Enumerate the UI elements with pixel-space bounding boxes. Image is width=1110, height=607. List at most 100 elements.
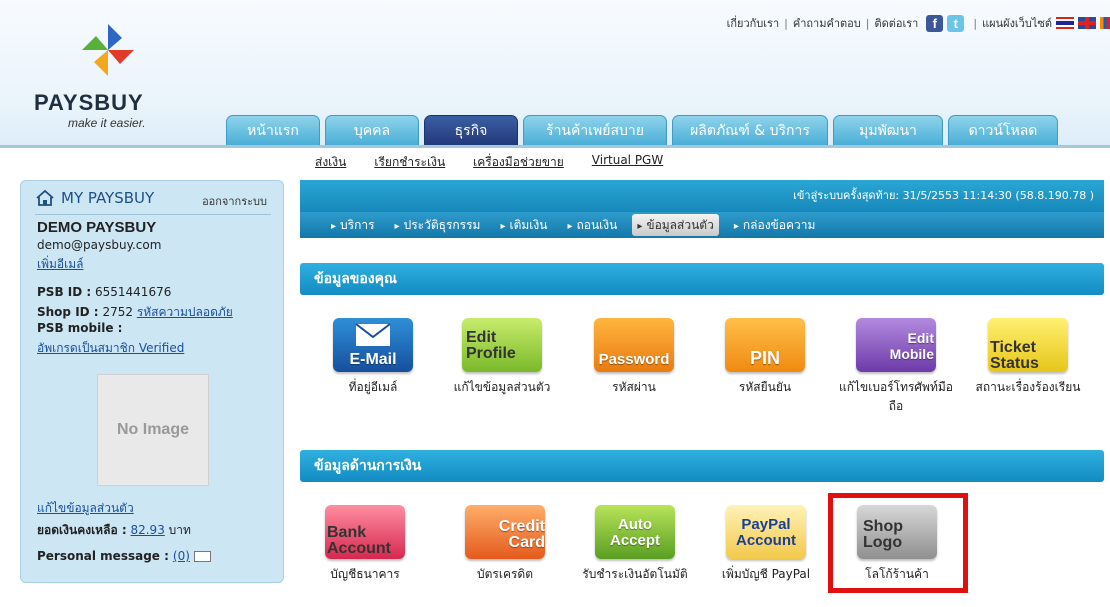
credit-card-tile-text: Credit Card — [498, 518, 545, 551]
auto-accept-label: รับชำระเงินอัตโนมัติ — [582, 567, 688, 581]
password-tile-text: Password — [598, 351, 670, 368]
password-icon: Password — [594, 318, 674, 372]
currency-label: บาท — [168, 523, 191, 537]
edit-profile-icon: Edit Profile — [462, 318, 542, 372]
tab-business[interactable]: ธุรกิจ — [424, 115, 518, 145]
uk-flag-icon[interactable] — [1078, 17, 1096, 29]
edit-profile-label: แก้ไขข้อมูลส่วนตัว — [453, 380, 551, 394]
tab-developer[interactable]: มุมพัฒนา — [833, 115, 943, 145]
tab-withdraw[interactable]: ถอนเงิน — [562, 214, 622, 236]
security-code-link[interactable]: รหัสความปลอดภัย — [137, 305, 233, 319]
auto-accept-icon: Auto Accept — [595, 505, 675, 559]
auto-accept-item[interactable]: Auto Accept รับชำระเงินอัตโนมัติ — [576, 505, 694, 584]
envelope-icon[interactable] — [193, 550, 211, 562]
facebook-icon[interactable]: f — [926, 14, 944, 32]
sub-nav: ส่งเงิน เรียกชำระเงิน เครื่องมือช่วยขาย … — [315, 153, 691, 172]
home-icon — [36, 189, 54, 206]
separator: | — [973, 16, 978, 30]
upgrade-verified-link[interactable]: อัพเกรดเป็นสมาชิก Verified — [37, 339, 184, 358]
shop-id-value: 2752 — [102, 305, 133, 319]
tab-download[interactable]: ดาวน์โหลด — [948, 115, 1058, 145]
shop-id-label: Shop ID : — [37, 305, 99, 319]
credit-card-icon: Credit Card — [465, 505, 545, 559]
ticket-status-item[interactable]: Ticket Status สถานะเรื่องร้องเรียน — [969, 318, 1087, 397]
paysbuy-logo[interactable]: PAYSBUY make it easier. — [34, 20, 184, 130]
paypal-item[interactable]: PayPal Account เพิ่มบัญชี PayPal — [707, 505, 825, 584]
tab-inbox[interactable]: กล่องข้อความ — [729, 214, 821, 236]
edit-mobile-icon: Edit Mobile — [856, 318, 936, 372]
site-header: PAYSBUY make it easier. เกี่ยวกับเรา | ค… — [0, 0, 1110, 148]
psb-id-label: PSB ID : — [37, 285, 92, 299]
last-login-bar: เข้าสู่ระบบครั้งสุดท้าย: 31/5/2553 11:14… — [300, 180, 1104, 212]
thai-flag-icon[interactable] — [1056, 17, 1074, 29]
email-item[interactable]: E-Mail ที่อยู่อีเมล์ — [314, 318, 432, 397]
profile-image-placeholder: No Image — [97, 374, 209, 486]
password-item[interactable]: Password รหัสผ่าน — [575, 318, 693, 397]
credit-card-item[interactable]: Credit Card บัตรเครดิต — [446, 505, 564, 584]
ticket-status-icon: Ticket Status — [988, 318, 1068, 372]
top-link-contact[interactable]: ติดต่อเรา — [874, 14, 918, 32]
paypal-label: เพิ่มบัญชี PayPal — [721, 567, 811, 581]
balance-row: ยอดเงินคงเหลือ : 82.93 บาท — [37, 521, 191, 540]
twitter-icon[interactable]: t — [947, 14, 965, 32]
tab-home[interactable]: หน้าแรก — [226, 115, 320, 145]
tab-top-up[interactable]: เติมเงิน — [495, 214, 552, 236]
edit-profile-item[interactable]: Edit Profile แก้ไขข้อมูลส่วนตัว — [443, 318, 561, 397]
sub-nav-sales-tools[interactable]: เครื่องมือช่วยขาย — [473, 153, 564, 172]
edit-mobile-label: แก้ไขเบอร์โทรศัพท์มือถือ — [839, 380, 953, 413]
email-label: ที่อยู่อีเมล์ — [348, 380, 398, 394]
credit-card-label: บัตรเครดิต — [476, 567, 533, 581]
shop-logo-highlight — [828, 493, 968, 593]
pin-tile-text: PIN — [749, 348, 780, 368]
tab-transaction-history[interactable]: ประวัติธุรกรรม — [390, 214, 486, 236]
account-name: DEMO PAYSBUY — [37, 219, 157, 236]
balance-label: ยอดเงินคงเหลือ : — [37, 523, 127, 537]
pinwheel-logo-icon — [82, 24, 134, 76]
top-link-sitemap[interactable]: แผนผังเว็บไซต์ — [982, 14, 1052, 32]
bank-account-item[interactable]: Bank Account บัญชีธนาคาร — [306, 505, 424, 584]
account-sub-tabs: บริการ ประวัติธุรกรรม เติมเงิน ถอนเงิน ข… — [300, 212, 1104, 238]
password-label: รหัสผ่าน — [612, 380, 656, 394]
sidebar-title-text: MY PAYSBUY — [61, 189, 155, 207]
pin-item[interactable]: PIN รหัสยืนยัน — [706, 318, 824, 397]
tab-personal[interactable]: บุคคล — [325, 115, 419, 145]
brand-name: PAYSBUY — [34, 90, 144, 115]
tab-shop[interactable]: ร้านค้าเพย์สบาย — [523, 115, 667, 145]
your-info-header: ข้อมูลของคุณ — [300, 263, 1104, 295]
language-flag-icon[interactable] — [1100, 17, 1110, 29]
top-link-faq[interactable]: คำถามคำตอบ — [793, 14, 861, 32]
bank-account-label: บัญชีธนาคาร — [330, 567, 400, 581]
add-email-link[interactable]: เพิ่มอีเมล์ — [37, 255, 84, 274]
edit-profile-link[interactable]: แก้ไขข้อมูลส่วนตัว — [37, 499, 134, 518]
balance-amount[interactable]: 82.93 — [130, 523, 164, 537]
sub-nav-send-money[interactable]: ส่งเงิน — [315, 153, 346, 172]
divider — [35, 214, 271, 215]
financial-info-header: ข้อมูลด้านการเงิน — [300, 450, 1104, 482]
psb-id-row: PSB ID : 6551441676 — [37, 285, 171, 299]
tab-divider — [0, 145, 1110, 148]
bank-account-tile-text: Bank Account — [327, 524, 391, 557]
edit-mobile-tile-text: Edit Mobile — [889, 330, 934, 362]
email-icon: E-Mail — [333, 318, 413, 372]
top-links: เกี่ยวกับเรา | คำถามคำตอบ | ติดต่อเรา f … — [727, 12, 1110, 34]
sub-nav-request-payment[interactable]: เรียกชำระเงิน — [374, 153, 445, 172]
logout-link[interactable]: ออกจากระบบ — [202, 192, 267, 210]
sidebar-title: MY PAYSBUY — [35, 189, 154, 207]
tab-products-services[interactable]: ผลิตภัณฑ์ & บริการ — [672, 115, 828, 145]
main-tabs: หน้าแรก บุคคล ธุรกิจ ร้านค้าเพย์สบาย ผลิ… — [226, 115, 1063, 145]
edit-mobile-item[interactable]: Edit Mobile แก้ไขเบอร์โทรศัพท์มือถือ — [837, 318, 955, 416]
top-link-about[interactable]: เกี่ยวกับเรา — [727, 14, 780, 32]
sub-nav-virtual-pgw[interactable]: Virtual PGW — [592, 153, 663, 172]
account-email: demo@paysbuy.com — [37, 238, 162, 252]
shop-id-row: Shop ID : 2752 รหัสความปลอดภัย — [37, 303, 233, 322]
my-paysbuy-sidebar: MY PAYSBUY ออกจากระบบ DEMO PAYSBUY demo@… — [20, 180, 284, 583]
paypal-tile-text: PayPal Account — [736, 516, 796, 549]
personal-message-row: Personal message : (0) — [37, 549, 211, 563]
message-count[interactable]: (0) — [173, 549, 190, 563]
auto-accept-tile-text: Auto Accept — [609, 516, 661, 549]
tab-services[interactable]: บริการ — [326, 214, 380, 236]
tab-personal-info[interactable]: ข้อมูลส่วนตัว — [632, 214, 719, 236]
ticket-status-tile-text: Ticket Status — [990, 339, 1039, 372]
brand-tagline: make it easier. — [68, 116, 146, 130]
bank-account-icon: Bank Account — [325, 505, 405, 559]
